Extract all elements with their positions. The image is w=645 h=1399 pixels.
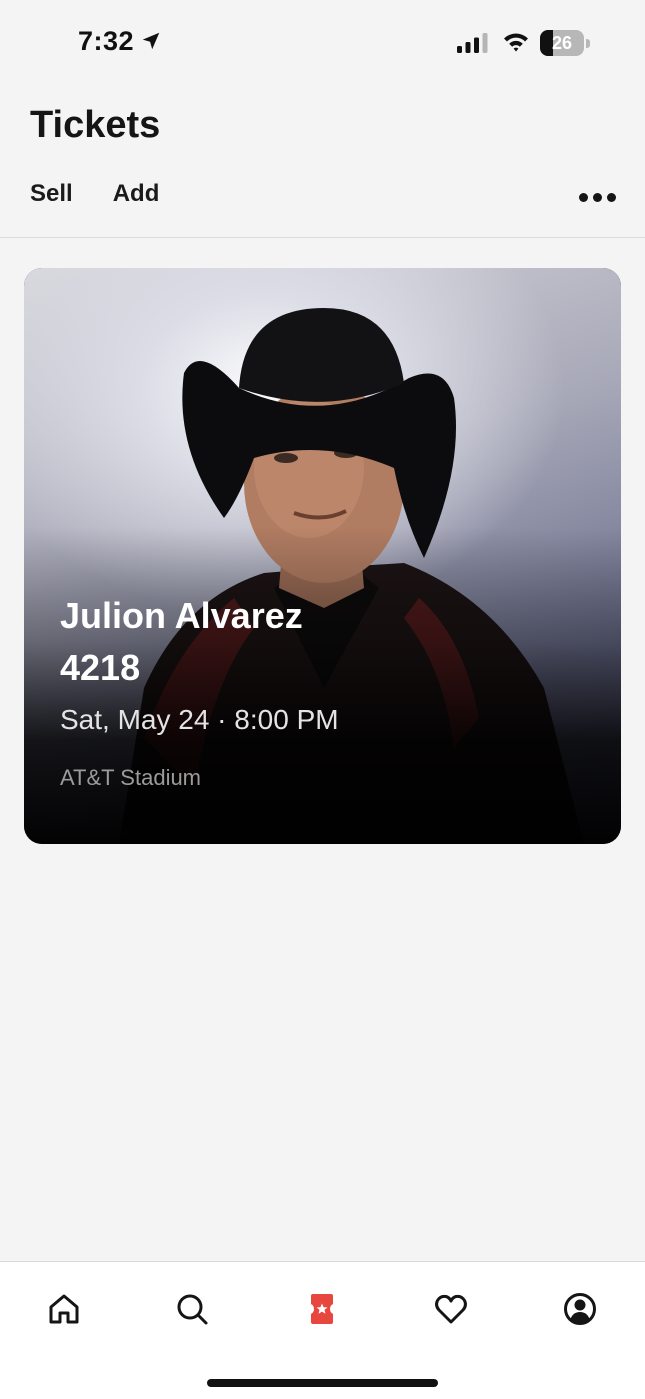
home-indicator[interactable] (207, 1379, 438, 1387)
profile-icon (564, 1293, 596, 1325)
more-options-button[interactable] (572, 180, 622, 214)
tab-profile[interactable] (555, 1284, 605, 1334)
ticket-code: 4218 (60, 647, 141, 688)
sell-button[interactable]: Sell (30, 180, 73, 208)
wifi-icon (504, 33, 528, 52)
event-name: Julion Alvarez 4218 (60, 590, 580, 694)
artist-name: Julion Alvarez (60, 595, 303, 636)
tab-search[interactable] (167, 1284, 217, 1334)
header-actions: Sell Add (30, 180, 159, 208)
battery-level: 26 (551, 33, 573, 53)
home-icon (49, 1294, 79, 1324)
heart-icon (435, 1294, 467, 1324)
event-venue: AT&T Stadium (60, 765, 202, 790)
header-divider (0, 237, 645, 238)
add-button[interactable]: Add (113, 180, 160, 208)
ticket-card[interactable]: Julion Alvarez 4218 Sat, May 24 · 8:00 P… (24, 268, 621, 844)
status-time: 7:32 (78, 26, 135, 56)
cellular-signal-icon (457, 33, 488, 53)
location-arrow-icon (142, 32, 160, 50)
tab-tickets[interactable] (297, 1284, 347, 1334)
ticket-icon (311, 1294, 333, 1324)
event-datetime: Sat, May 24 · 8:00 PM (60, 704, 339, 735)
status-bar: 7:32 26 (0, 0, 645, 90)
page-title: Tickets (30, 104, 161, 146)
tab-home[interactable] (39, 1284, 89, 1334)
card-shade (24, 268, 621, 844)
tab-favorites[interactable] (426, 1284, 476, 1334)
search-icon (177, 1294, 208, 1325)
battery-icon: 26 (540, 30, 590, 56)
